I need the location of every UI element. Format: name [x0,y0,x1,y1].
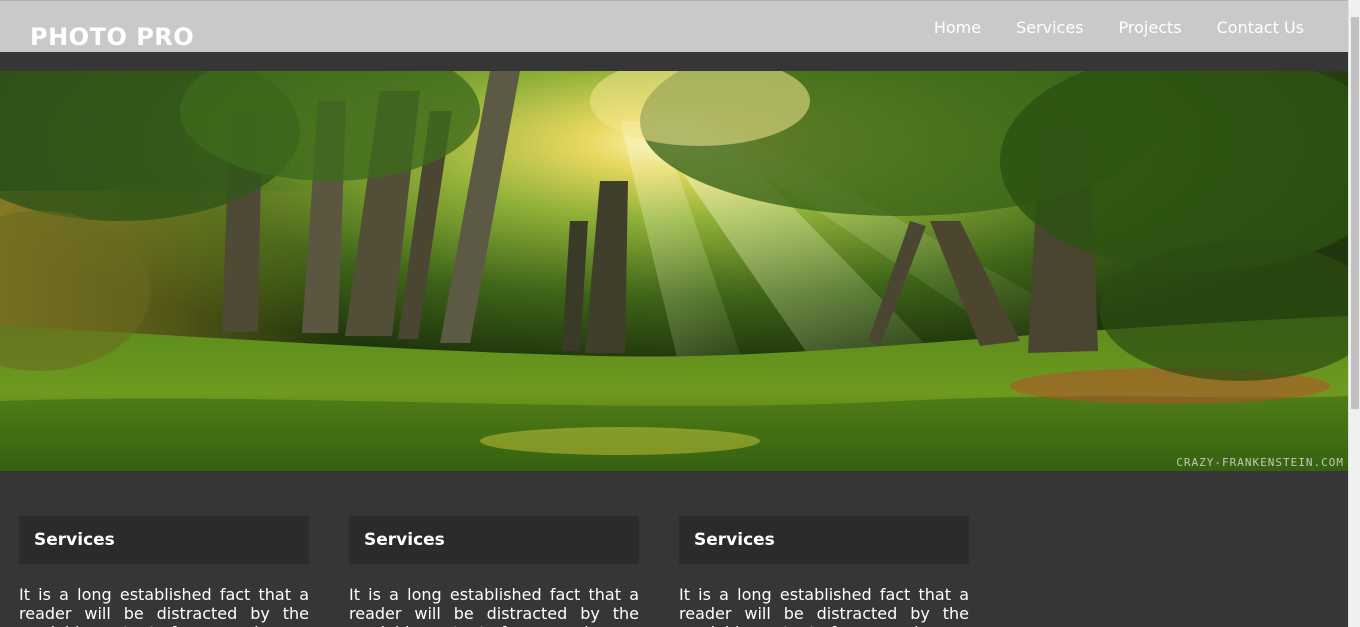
nav-contact-us[interactable]: Contact Us [1217,17,1304,39]
service-card-text: It is a long established fact that a rea… [679,585,969,627]
page: PHOTO PRO Home Services Projects Contact… [0,0,1360,627]
site-header: PHOTO PRO Home Services Projects Contact… [0,0,1348,52]
vertical-scrollbar[interactable] [1348,0,1360,627]
services-section: Services It is a long established fact t… [19,516,1009,627]
service-card-text: It is a long established fact that a rea… [349,585,639,627]
forest-photo [0,71,1348,471]
nav-services[interactable]: Services [1016,17,1083,39]
service-card-title: Services [19,516,309,564]
service-card-title: Services [679,516,969,564]
nav-projects[interactable]: Projects [1119,17,1182,39]
service-card-text: It is a long established fact that a rea… [19,585,309,627]
site-logo[interactable]: PHOTO PRO [30,22,194,52]
service-card: Services It is a long established fact t… [19,516,309,627]
service-card-title: Services [349,516,639,564]
service-card: Services It is a long established fact t… [349,516,639,627]
main-nav: Home Services Projects Contact Us [899,17,1304,39]
nav-home[interactable]: Home [934,17,981,39]
service-card: Services It is a long established fact t… [679,516,969,627]
watermark: CRAZY-FRANKENSTEIN.COM [1176,456,1344,469]
scrollbar-thumb[interactable] [1351,17,1359,409]
hero-banner: CRAZY-FRANKENSTEIN.COM [0,71,1348,471]
